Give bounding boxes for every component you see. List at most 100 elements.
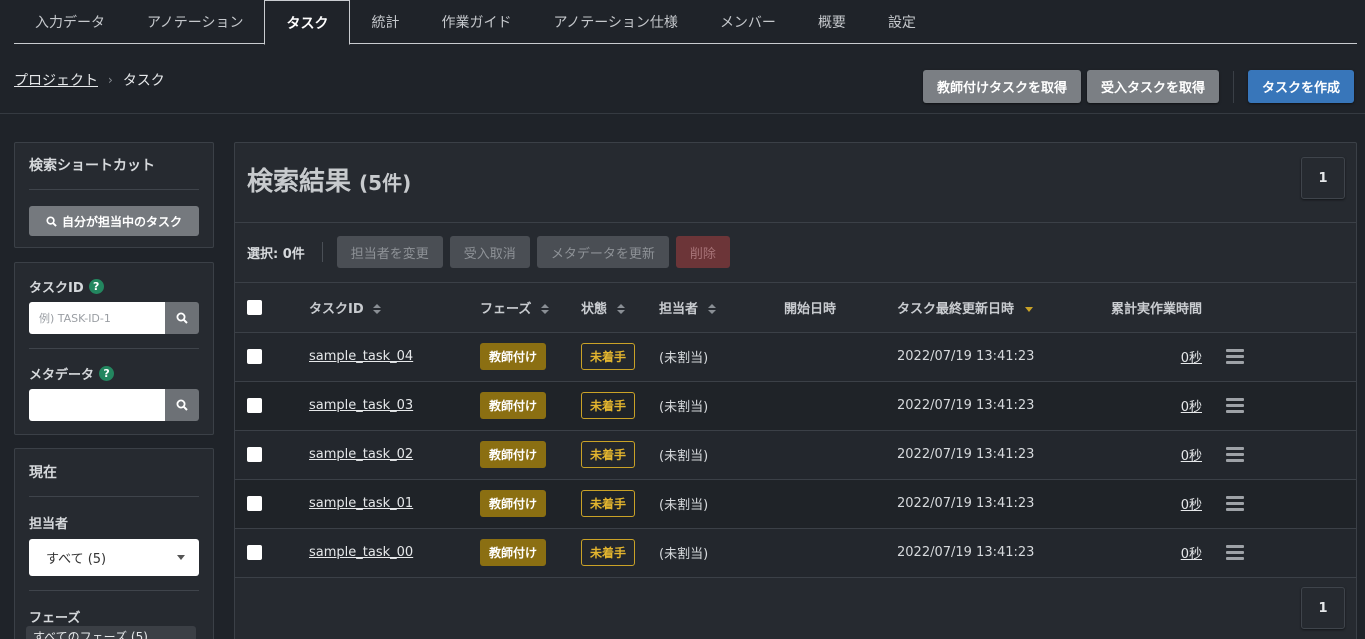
- results-count: (5件): [359, 171, 412, 195]
- column-status-label: 状態: [581, 301, 608, 317]
- get-annotation-task-button[interactable]: 教師付けタスクを取得: [922, 70, 1081, 103]
- update-metadata-button[interactable]: メタデータを更新: [536, 236, 669, 268]
- work-time-link[interactable]: 0秒: [1181, 547, 1202, 562]
- phase-badge: 教師付け: [480, 392, 547, 419]
- phase-badge: 教師付け: [480, 490, 547, 517]
- task-id-link[interactable]: sample_task_02: [309, 447, 413, 462]
- updated-at-cell: 2022/07/19 13:41:23: [897, 479, 1081, 529]
- task-id-link[interactable]: sample_task_00: [309, 545, 413, 560]
- column-status[interactable]: 状態: [581, 283, 659, 333]
- work-time-link[interactable]: 0秒: [1181, 400, 1202, 415]
- task-id-link[interactable]: sample_task_03: [309, 398, 413, 413]
- tab-overview[interactable]: 概要: [797, 0, 867, 44]
- table-row: sample_task_01 教師付け 未着手 (未割当) 2022/07/19…: [235, 479, 1356, 529]
- phase-cell: 教師付け: [480, 381, 581, 431]
- tab-annotation[interactable]: アノテーション: [126, 0, 264, 44]
- tab-work-guide[interactable]: 作業ガイド: [420, 0, 532, 44]
- column-updated-at-label: タスク最終更新日時: [897, 301, 1015, 317]
- column-work-time-label: 累計実作業時間: [1110, 301, 1202, 317]
- task-id-link[interactable]: sample_task_01: [309, 496, 413, 511]
- assignee-cell: (未割当): [659, 528, 784, 578]
- task-id-link[interactable]: sample_task_04: [309, 349, 413, 364]
- menu-icon[interactable]: [1226, 346, 1244, 367]
- main-tab-bar: 入力データ アノテーション タスク 統計 作業ガイド アノテーション仕様 メンバ…: [14, 0, 1357, 45]
- phase-filter-option[interactable]: すべてのフェーズ (5): [26, 626, 196, 639]
- task-id-search-button[interactable]: [165, 302, 199, 334]
- column-assignee[interactable]: 担当者: [659, 283, 784, 333]
- tab-input-data[interactable]: 入力データ: [14, 0, 126, 44]
- work-time-cell: 0秒: [1081, 430, 1202, 480]
- current-filters-panel: 現在 担当者 すべて (5) フェーズ すべてのフェーズ (5): [14, 448, 214, 639]
- menu-icon[interactable]: [1226, 542, 1244, 563]
- actions-cell: [1202, 528, 1356, 578]
- status-badge: 未着手: [581, 343, 636, 370]
- get-acceptance-task-button[interactable]: 受入タスクを取得: [1086, 70, 1219, 103]
- tab-settings[interactable]: 設定: [867, 0, 937, 44]
- help-icon[interactable]: ?: [99, 366, 115, 381]
- row-checkbox[interactable]: [247, 447, 262, 462]
- breadcrumb-project-link[interactable]: プロジェクト: [14, 70, 98, 90]
- column-start-date-label: 開始日時: [784, 301, 837, 317]
- task-search-panel: タスクID ? メタデータ ?: [14, 262, 214, 435]
- status-cell: 未着手: [581, 381, 659, 431]
- pagination-page-button-bottom[interactable]: 1: [1301, 587, 1345, 629]
- row-select-cell: [235, 381, 309, 431]
- select-all-checkbox[interactable]: [247, 299, 262, 315]
- work-time-link[interactable]: 0秒: [1181, 351, 1202, 366]
- work-time-cell: 0秒: [1081, 528, 1202, 578]
- assignee-cell: (未割当): [659, 332, 784, 382]
- phase-badge: 教師付け: [480, 441, 547, 468]
- divider: [29, 189, 199, 190]
- metadata-search-button[interactable]: [165, 389, 199, 421]
- task-id-cell: sample_task_04: [309, 332, 480, 382]
- actions-cell: [1202, 332, 1356, 382]
- row-checkbox[interactable]: [247, 349, 262, 364]
- delete-button[interactable]: 削除: [675, 236, 730, 268]
- assignee-cell: (未割当): [659, 479, 784, 529]
- assignee-select[interactable]: すべて (5): [29, 539, 199, 576]
- results-title: 検索結果 (5件): [247, 161, 411, 198]
- updated-at-cell: 2022/07/19 13:41:23: [897, 430, 1081, 480]
- cancel-acceptance-button[interactable]: 受入取消: [449, 236, 530, 268]
- task-id-cell: sample_task_00: [309, 528, 480, 578]
- metadata-input[interactable]: [29, 389, 165, 421]
- row-checkbox[interactable]: [247, 496, 262, 511]
- sort-icon: [373, 304, 382, 315]
- tab-task[interactable]: タスク: [264, 0, 351, 45]
- pagination-page-button[interactable]: 1: [1301, 157, 1345, 199]
- column-task-id[interactable]: タスクID: [309, 283, 480, 333]
- my-tasks-label: 自分が担当中のタスク: [61, 214, 182, 229]
- current-title: 現在: [29, 465, 57, 481]
- column-updated-at[interactable]: タスク最終更新日時: [897, 283, 1081, 333]
- start-date-cell: [784, 381, 897, 431]
- start-date-cell: [784, 479, 897, 529]
- create-task-button[interactable]: タスクを作成: [1247, 70, 1354, 103]
- column-phase[interactable]: フェーズ: [480, 283, 581, 333]
- tab-annotation-spec[interactable]: アノテーション仕様: [532, 0, 698, 44]
- row-select-cell: [235, 430, 309, 480]
- tab-members[interactable]: メンバー: [699, 0, 797, 44]
- row-checkbox[interactable]: [247, 545, 262, 560]
- sort-icon: [540, 304, 549, 315]
- my-tasks-button[interactable]: 自分が担当中のタスク: [29, 206, 199, 236]
- start-date-cell: [784, 430, 897, 480]
- chevron-right-icon: ›: [108, 73, 113, 87]
- tab-statistics[interactable]: 統計: [350, 0, 420, 44]
- menu-icon[interactable]: [1226, 395, 1244, 416]
- menu-icon[interactable]: [1226, 444, 1244, 465]
- row-checkbox[interactable]: [247, 398, 262, 413]
- status-badge: 未着手: [581, 490, 636, 517]
- change-assignee-button[interactable]: 担当者を変更: [336, 236, 443, 268]
- header-divider: [0, 113, 1365, 114]
- table-row: sample_task_02 教師付け 未着手 (未割当) 2022/07/19…: [235, 430, 1356, 480]
- work-time-link[interactable]: 0秒: [1181, 498, 1202, 513]
- assignee-cell: (未割当): [659, 430, 784, 480]
- task-id-input[interactable]: [29, 302, 165, 334]
- breadcrumb: プロジェクト › タスク: [14, 70, 165, 90]
- divider: [29, 590, 199, 591]
- divider: [29, 496, 199, 497]
- metadata-label: メタデータ: [29, 368, 95, 383]
- work-time-link[interactable]: 0秒: [1181, 449, 1202, 464]
- menu-icon[interactable]: [1226, 493, 1244, 514]
- help-icon[interactable]: ?: [88, 279, 104, 294]
